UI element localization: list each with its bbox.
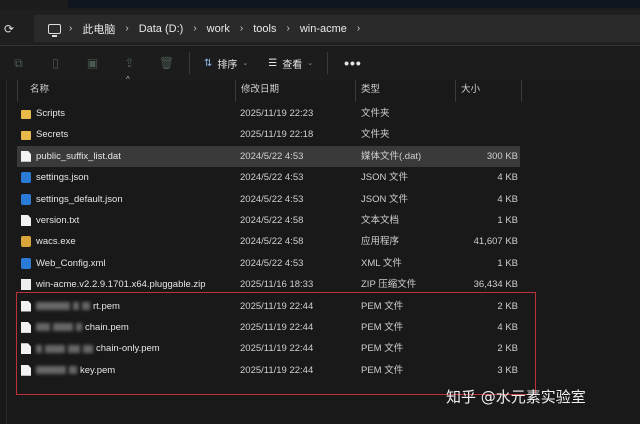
file-type: 媒体文件(.dat) (361, 150, 422, 162)
copy-icon[interactable]: ⧉ (0, 56, 37, 71)
column-header: ^ 名称 修改日期 类型 大小 (0, 75, 640, 102)
file-row[interactable]: Secrets 2025/11/19 22:18 文件夹 (17, 124, 520, 145)
zip-icon (21, 279, 31, 291)
file-row[interactable]: Scripts 2025/11/19 22:23 文件夹 (17, 103, 520, 124)
exe-icon (21, 236, 31, 248)
breadcrumb-data-drive[interactable]: Data (D:) (131, 23, 192, 35)
file-name: Secrets (36, 129, 69, 141)
json-icon (21, 172, 31, 184)
file-row[interactable]: settings_default.json 2024/5/22 4:53 JSO… (17, 189, 520, 210)
delete-icon[interactable]: 🗑︎ (148, 56, 185, 70)
column-type[interactable]: 类型 (355, 80, 455, 102)
chevron-right-icon[interactable]: › (191, 23, 198, 34)
chevron-down-icon: ⌄ (307, 60, 314, 67)
refresh-icon[interactable]: ⟳ (4, 22, 14, 36)
file-size: 1 KB (497, 257, 518, 269)
file-type: XML 文件 (361, 257, 402, 269)
file-row[interactable]: settings.json 2024/5/22 4:53 JSON 文件 4 K… (17, 167, 520, 188)
file-type: JSON 文件 (361, 172, 408, 184)
folder-icon (21, 131, 31, 141)
file-type: 文件夹 (361, 108, 390, 119)
column-date[interactable]: 修改日期 (235, 80, 355, 102)
divider (189, 52, 190, 74)
view-button[interactable]: ☰ 查看 ⌄ (258, 56, 323, 71)
file-name: wacs.exe (36, 236, 76, 248)
file-icon (21, 214, 31, 226)
file-date: 2024/5/22 4:58 (240, 214, 304, 226)
command-bar: ⧉ ▯ ▣ ⇪ 🗑︎ ⇅ 排序 ⌄ ☰ 查看 ⌄ ••• (0, 46, 640, 80)
file-size: 1 KB (497, 214, 518, 226)
column-size[interactable]: 大小 (455, 80, 521, 102)
address-bar-area: ⟳ › 此电脑 › Data (D:) › work › tools › win… (0, 10, 640, 46)
breadcrumb-work[interactable]: work (199, 23, 238, 35)
file-size: 4 KB (497, 193, 518, 205)
file-size: 300 KB (486, 150, 518, 162)
chevron-down-icon: ⌄ (242, 60, 249, 67)
chevron-right-icon[interactable]: › (238, 23, 245, 34)
file-row[interactable]: version.txt 2024/5/22 4:58 文本文档 1 KB (17, 210, 520, 231)
file-icon (21, 150, 31, 162)
file-date: 2025/11/19 22:23 (240, 108, 314, 119)
sort-button[interactable]: ⇅ 排序 ⌄ (194, 56, 258, 71)
file-row[interactable]: wacs.exe 2024/5/22 4:58 应用程序 41,607 KB (17, 231, 520, 252)
watermark: 知乎 @水元素实验室 (446, 388, 586, 406)
column-name[interactable]: 名称 (17, 80, 235, 102)
file-row[interactable]: Web_Config.xml 2024/5/22 4:53 XML 文件 1 K… (17, 253, 520, 274)
computer-icon[interactable] (48, 23, 61, 37)
view-icon: ☰ (268, 57, 278, 69)
breadcrumb-win-acme[interactable]: win-acme (292, 23, 355, 35)
file-date: 2024/5/22 4:53 (240, 150, 304, 162)
column-end (521, 80, 531, 102)
file-name: settings_default.json (36, 193, 123, 205)
share-icon[interactable]: ⇪ (111, 56, 148, 70)
xml-icon (21, 257, 31, 269)
file-name: Web_Config.xml (36, 257, 106, 269)
file-name: Scripts (36, 108, 66, 119)
file-name: public_suffix_list.dat (36, 150, 121, 162)
file-type: 应用程序 (361, 236, 400, 248)
breadcrumb-tools[interactable]: tools (245, 23, 284, 35)
chevron-right-icon[interactable]: › (67, 23, 74, 34)
title-strip (0, 0, 640, 10)
file-date: 2025/11/19 22:18 (240, 129, 314, 141)
breadcrumb-this-pc[interactable]: 此电脑 (74, 21, 123, 37)
file-date: 2024/5/22 4:53 (240, 193, 304, 205)
divider (327, 52, 329, 74)
file-date: 2024/5/22 4:53 (240, 257, 304, 269)
file-row[interactable]: public_suffix_list.dat 2024/5/22 4:53 媒体… (17, 145, 520, 168)
rename-icon[interactable]: ▣ (74, 56, 111, 70)
json-icon (21, 193, 31, 205)
file-type: 文件夹 (361, 129, 390, 141)
view-label: 查看 (282, 59, 303, 71)
file-size: 4 KB (497, 172, 518, 184)
chevron-right-icon[interactable]: › (123, 23, 130, 34)
file-date: 2024/5/22 4:53 (240, 172, 304, 184)
sort-icon: ⇅ (204, 57, 213, 69)
nav-pane-edge (6, 80, 7, 424)
file-name: settings.json (36, 172, 89, 184)
file-name: version.txt (36, 214, 80, 226)
folder-icon (21, 110, 31, 119)
chevron-right-icon[interactable]: › (284, 23, 291, 34)
more-options-button[interactable]: ••• (332, 55, 374, 71)
file-type: 文本文档 (361, 214, 400, 226)
file-size: 41,607 KB (473, 236, 518, 248)
chevron-right-icon[interactable]: › (355, 23, 362, 34)
sort-label: 排序 (217, 59, 238, 71)
highlight-box (16, 292, 536, 395)
breadcrumb[interactable]: › 此电脑 › Data (D:) › work › tools › win-a… (34, 15, 640, 42)
file-date: 2024/5/22 4:58 (240, 236, 304, 248)
paste-icon[interactable]: ▯ (37, 56, 74, 70)
file-type: JSON 文件 (361, 193, 408, 205)
